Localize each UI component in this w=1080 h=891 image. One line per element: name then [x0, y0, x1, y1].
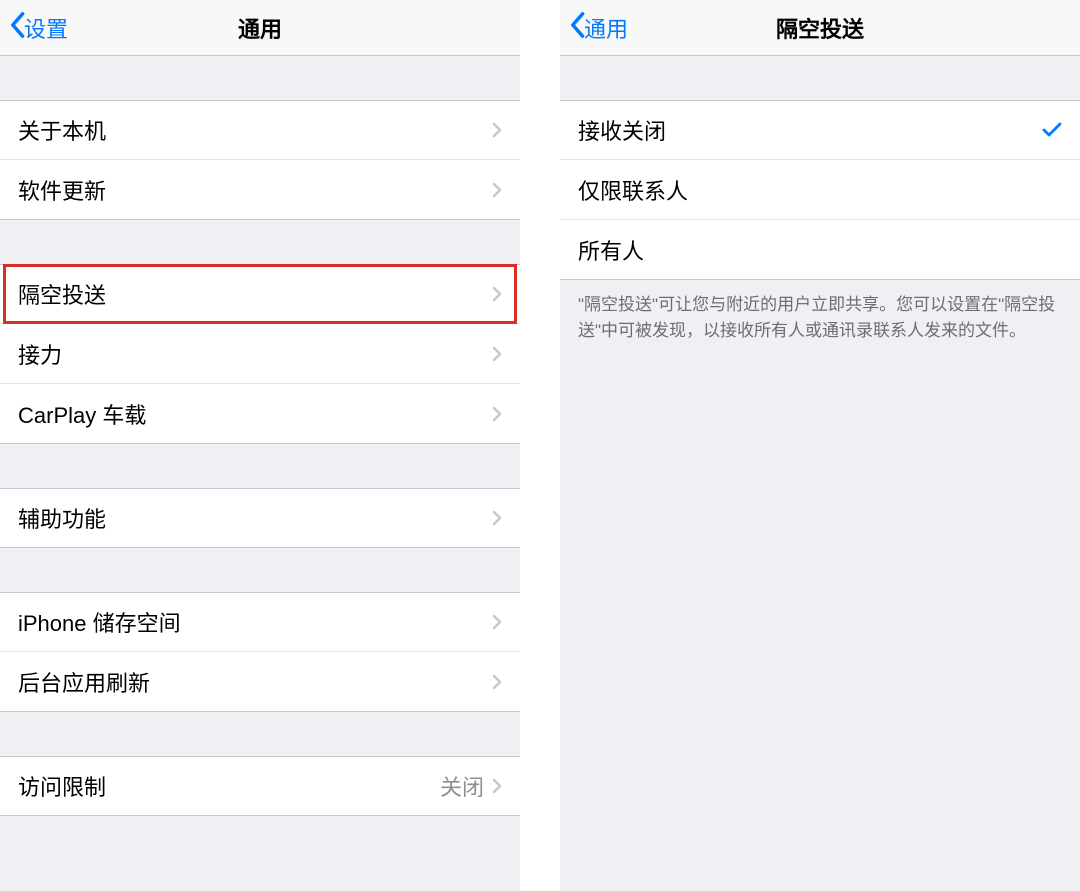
- chevron-left-icon: [8, 11, 24, 45]
- chevron-right-icon: [492, 778, 502, 794]
- chevron-right-icon: [492, 182, 502, 198]
- general-settings-panel: 设置 通用 关于本机 软件更新 隔空投送 接力 CarPlay 车载 辅助功能 …: [0, 0, 520, 891]
- section-gap: [0, 220, 520, 264]
- row-about[interactable]: 关于本机: [0, 100, 520, 160]
- option-label: 接收关闭: [578, 114, 1042, 146]
- row-label: 后台应用刷新: [18, 666, 492, 698]
- row-storage[interactable]: iPhone 储存空间: [0, 592, 520, 652]
- option-everyone[interactable]: 所有人: [560, 220, 1080, 280]
- row-carplay[interactable]: CarPlay 车载: [0, 384, 520, 444]
- chevron-right-icon: [492, 286, 502, 302]
- chevron-right-icon: [492, 346, 502, 362]
- checkmark-icon: [1042, 122, 1062, 138]
- row-label: 访问限制: [18, 770, 440, 802]
- section-gap: [0, 56, 520, 100]
- row-accessibility[interactable]: 辅助功能: [0, 488, 520, 548]
- chevron-right-icon: [492, 614, 502, 630]
- row-background-refresh[interactable]: 后台应用刷新: [0, 652, 520, 712]
- option-label: 仅限联系人: [578, 174, 1062, 206]
- section-gap: [0, 712, 520, 756]
- airdrop-settings-panel: 通用 隔空投送 接收关闭 仅限联系人 所有人 "隔空投送"可让您与附近的用户立即…: [560, 0, 1080, 891]
- option-contacts-only[interactable]: 仅限联系人: [560, 160, 1080, 220]
- section-gap: [0, 548, 520, 592]
- row-label: iPhone 储存空间: [18, 606, 492, 638]
- row-airdrop[interactable]: 隔空投送: [0, 264, 520, 324]
- row-handoff[interactable]: 接力: [0, 324, 520, 384]
- back-label: 设置: [24, 12, 68, 44]
- row-value: 关闭: [440, 770, 484, 802]
- row-label: 软件更新: [18, 174, 492, 206]
- back-label: 通用: [584, 12, 628, 44]
- section-gap: [0, 444, 520, 488]
- chevron-right-icon: [492, 674, 502, 690]
- row-label: CarPlay 车载: [18, 398, 492, 430]
- row-restrictions[interactable]: 访问限制 关闭: [0, 756, 520, 816]
- page-title-general: 通用: [0, 12, 520, 44]
- option-label: 所有人: [578, 234, 1062, 266]
- back-button-general[interactable]: 通用: [568, 11, 628, 45]
- section-gap: [560, 56, 1080, 100]
- back-button-settings[interactable]: 设置: [8, 11, 68, 45]
- row-label: 辅助功能: [18, 502, 492, 534]
- row-label: 接力: [18, 338, 492, 370]
- row-label: 隔空投送: [18, 278, 492, 310]
- chevron-right-icon: [492, 406, 502, 422]
- row-software-update[interactable]: 软件更新: [0, 160, 520, 220]
- chevron-right-icon: [492, 510, 502, 526]
- panel-divider: [520, 0, 560, 891]
- row-label: 关于本机: [18, 114, 492, 146]
- page-title-airdrop: 隔空投送: [560, 12, 1080, 44]
- navbar-left: 设置 通用: [0, 0, 520, 56]
- option-receiving-off[interactable]: 接收关闭: [560, 100, 1080, 160]
- chevron-right-icon: [492, 122, 502, 138]
- airdrop-description: "隔空投送"可让您与附近的用户立即共享。您可以设置在"隔空投送"中可被发现，以接…: [560, 280, 1080, 355]
- chevron-left-icon: [568, 11, 584, 45]
- navbar-right: 通用 隔空投送: [560, 0, 1080, 56]
